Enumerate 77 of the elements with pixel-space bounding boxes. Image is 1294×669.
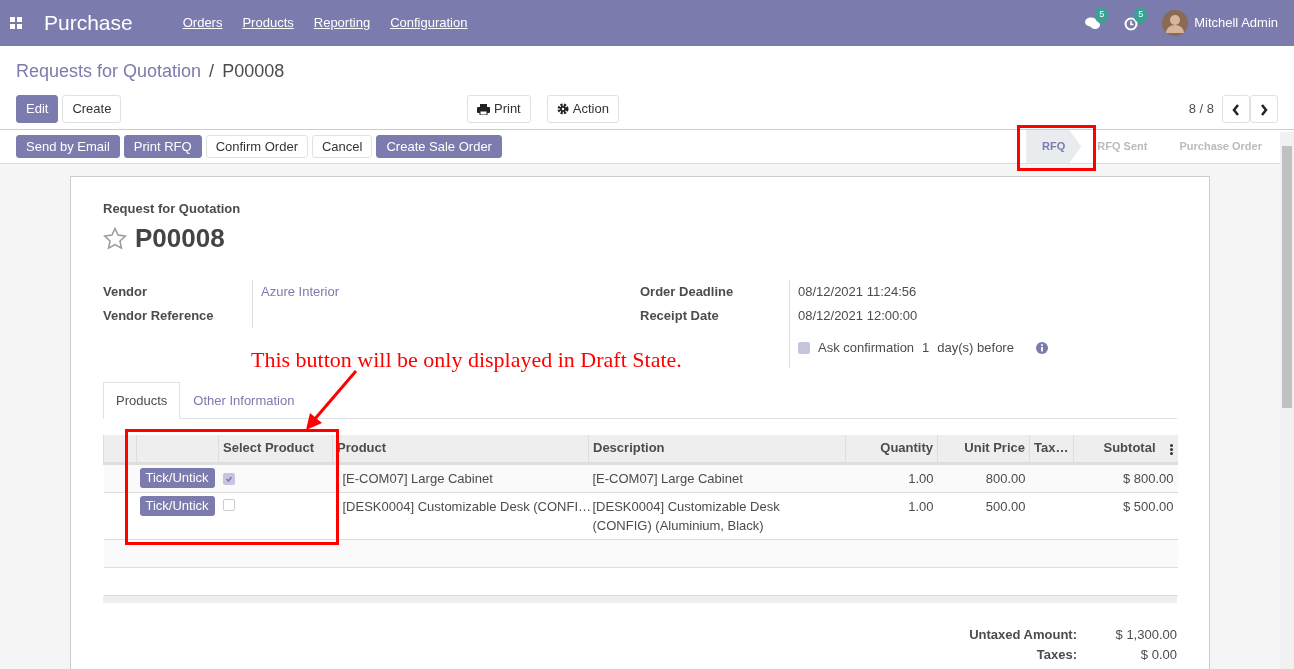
chevron-right-icon (1260, 103, 1268, 116)
field-label: Vendor (103, 282, 149, 301)
print-button[interactable]: Print (467, 95, 531, 123)
field-label: Receipt Date (640, 306, 720, 325)
breadcrumb-separator: / (209, 61, 215, 81)
checkbox[interactable] (222, 498, 235, 511)
edit-button[interactable]: Edit (16, 95, 59, 123)
message-count-badge: 5 (1095, 7, 1109, 23)
product-cell: [DESK0004] Customizable Desk (CONFI… (342, 498, 592, 514)
menu-item[interactable]: Orders (182, 13, 223, 33)
total-value: $ 0.00 (1139, 645, 1177, 664)
check-icon (223, 474, 234, 485)
field-label: Vendor Reference (103, 306, 215, 325)
print-icon (477, 103, 490, 115)
header-button[interactable]: Cancel (312, 134, 373, 159)
column-header[interactable]: Unit Price (937, 435, 1030, 463)
description-cell: [DESK0004] Customizable Desk (CONFIG) (Aluminium, Black) (592, 498, 780, 533)
chevron-left-icon (1232, 103, 1240, 116)
app-title: Purchase (44, 10, 133, 37)
avatar-icon[interactable] (1162, 10, 1189, 36)
field-value[interactable]: 08/12/2021 12:00:00 (789, 303, 918, 328)
field-label: Order Deadline (640, 282, 735, 301)
column-header[interactable]: Quantity (845, 435, 938, 463)
tick-untick-button[interactable]: Tick/Untick (139, 467, 215, 488)
kebab-menu-icon[interactable] (1169, 444, 1173, 455)
tab[interactable]: Products (103, 381, 181, 419)
subtotal-cell: $ 800.00 (1122, 470, 1174, 486)
star-icon[interactable] (103, 226, 127, 250)
description-cell: [E-COM07] Large Cabinet (592, 470, 743, 486)
status-stage[interactable]: RFQ (1026, 130, 1082, 163)
clock-icon[interactable] (1124, 16, 1139, 31)
create-button[interactable]: Create (62, 95, 122, 123)
column-header[interactable]: Product (332, 435, 589, 463)
scrollbar[interactable] (1280, 132, 1294, 669)
breadcrumb-current: P00008 (222, 61, 285, 81)
quantity-cell: 1.00 (908, 498, 934, 514)
breadcrumb-link[interactable]: Requests for Quotation (16, 61, 202, 81)
next-button[interactable] (1250, 95, 1278, 123)
tick-untick-button[interactable]: Tick/Untick (139, 495, 215, 516)
action-button[interactable]: Action (546, 95, 619, 123)
days-value[interactable]: 1 (922, 337, 930, 358)
total-value: $ 1,300.00 (1114, 625, 1177, 644)
unit-price-cell: 500.00 (985, 498, 1026, 514)
apps-menu-icon[interactable] (10, 17, 22, 29)
record-title: P00008 (135, 221, 225, 255)
tab[interactable]: Other Information (180, 381, 308, 419)
arrow (304, 368, 360, 432)
header-button[interactable]: Create Sale Order (376, 134, 502, 159)
activity-count-badge: 5 (1134, 7, 1148, 23)
header-button[interactable]: Send by Email (16, 134, 120, 159)
total-label: Taxes: (1036, 645, 1077, 664)
unit-price-cell: 800.00 (985, 470, 1026, 486)
info-icon[interactable] (1035, 341, 1048, 354)
column-header[interactable]: Description (588, 435, 846, 463)
checkbox[interactable] (222, 473, 235, 486)
user-name[interactable]: Mitchell Admin (1194, 13, 1278, 33)
days-suffix: day(s) before (937, 338, 1014, 357)
product-cell: [E-COM07] Large Cabinet (342, 470, 493, 486)
subtotal-cell: $ 500.00 (1122, 498, 1174, 514)
field-value[interactable]: 08/12/2021 11:24:56 (789, 279, 917, 304)
menu-item[interactable]: Reporting (313, 13, 371, 33)
checkbox-label: Ask confirmation (818, 338, 915, 357)
quantity-cell: 1.00 (908, 470, 934, 486)
column-header[interactable]: Select Product (218, 435, 333, 463)
total-label: Untaxed Amount: (969, 625, 1077, 644)
previous-button[interactable] (1222, 95, 1250, 123)
form-subtitle: Request for Quotation (103, 200, 242, 218)
vendor-link[interactable]: Azure Interior (252, 279, 340, 304)
annotation-text: This button will be only displayed in Draft State. (251, 346, 682, 374)
checkbox[interactable] (798, 341, 810, 354)
menu-item[interactable]: Configuration (390, 13, 468, 33)
header-button[interactable]: Print RFQ (123, 134, 202, 159)
menu-item[interactable]: Products (242, 13, 294, 33)
gear-icon (556, 103, 569, 115)
pager-value: 8 / 8 (1188, 100, 1214, 119)
column-header[interactable]: Tax… (1029, 435, 1074, 463)
header-button[interactable]: Confirm Order (205, 134, 308, 159)
